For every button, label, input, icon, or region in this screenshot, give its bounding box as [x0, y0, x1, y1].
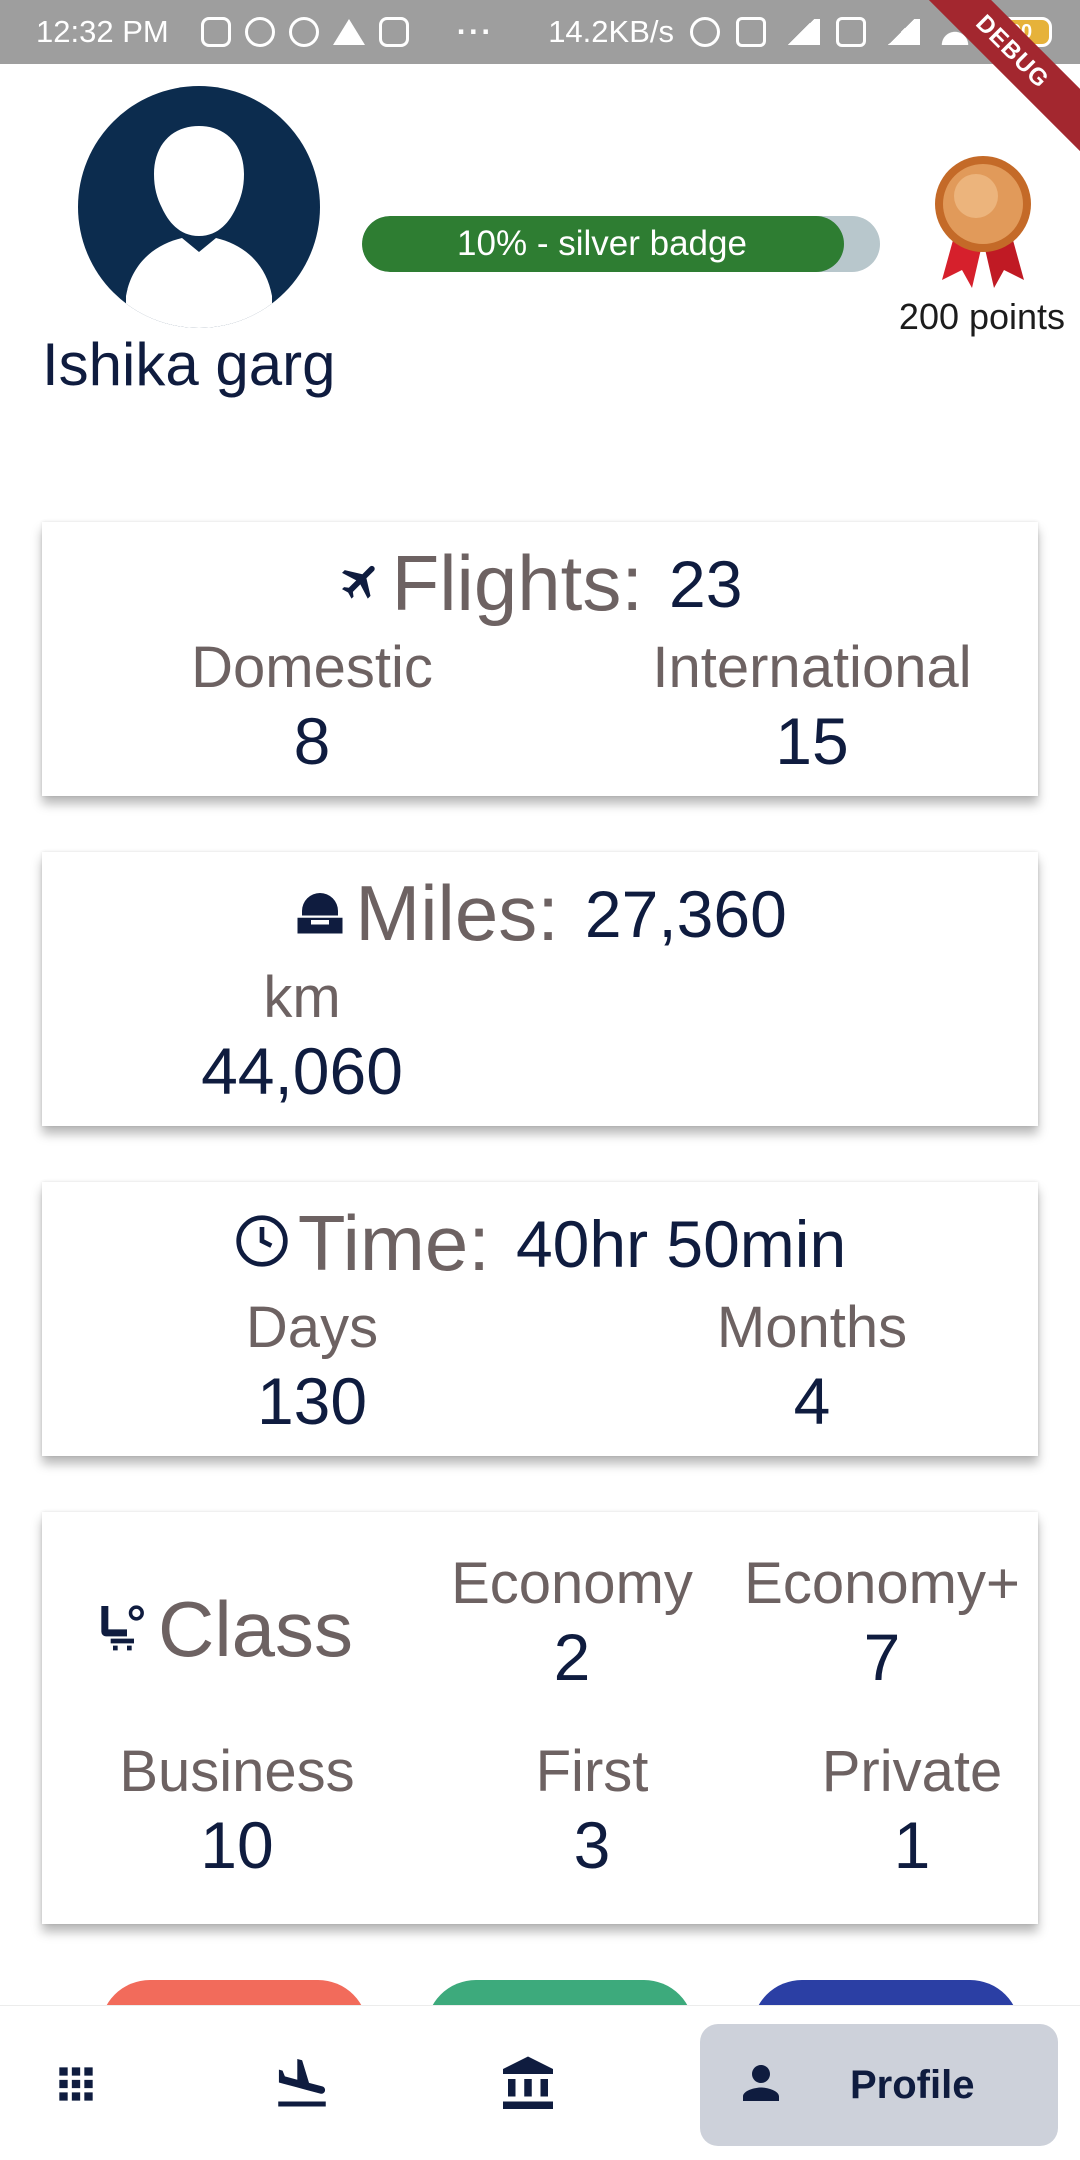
stat-value: 15: [775, 704, 849, 778]
facebook-icon: [288, 17, 319, 47]
volte-icon: [736, 17, 766, 47]
cabin-icon: [293, 884, 347, 943]
stat-international: International 15: [582, 634, 1042, 779]
class-card[interactable]: Class Economy 2 Economy+ 7 Business 10 F…: [42, 1512, 1038, 1924]
stat-value: 1: [893, 1808, 931, 1882]
stat-domestic: Domestic 8: [122, 634, 502, 779]
miles-value: 27,360: [584, 876, 787, 951]
flights-label: Flights:: [391, 539, 643, 627]
bottom-navigation: Profile: [0, 2005, 1080, 2160]
telegram-icon: [332, 19, 365, 45]
nav-home[interactable]: [46, 2056, 106, 2116]
time-label: Time:: [297, 1199, 490, 1287]
time-title: Time: 40hr 50min: [42, 1198, 1038, 1289]
stat-km: km 44,060: [142, 964, 462, 1109]
medal-icon: [928, 152, 1038, 292]
nav-bank[interactable]: [498, 2056, 558, 2116]
network-speed: 14.2KB/s: [548, 14, 674, 49]
more-notifications-icon: ···: [456, 14, 494, 49]
nav-flights[interactable]: [272, 2056, 332, 2116]
clock-icon: [234, 1213, 290, 1274]
nav-profile-label: Profile: [850, 2062, 975, 2107]
signal-icon-2: [882, 19, 920, 45]
stat-business: Business 10: [92, 1738, 382, 1883]
upload-icon: [200, 17, 231, 47]
time-card[interactable]: Time: 40hr 50min Days 130 Months 4: [42, 1182, 1038, 1456]
badge-progress-bar: 10% - silver badge: [362, 216, 880, 272]
stat-value: 10: [200, 1808, 274, 1882]
class-label: Class: [158, 1585, 354, 1673]
airplane-icon: [338, 558, 384, 609]
flights-card[interactable]: Flights: 23 Domestic 8 International 15: [42, 522, 1038, 796]
stat-label: Economy+: [744, 1551, 1020, 1616]
volte-icon-2: [836, 17, 866, 47]
avatar[interactable]: [78, 86, 320, 328]
chat-icon: [244, 17, 275, 47]
nav-profile[interactable]: Profile: [700, 2024, 1058, 2146]
miles-label: Miles:: [355, 869, 559, 957]
stat-value: 130: [256, 1364, 368, 1438]
person-icon: [734, 2056, 788, 2115]
progress-label: 10% - silver badge: [457, 224, 747, 263]
class-title: Class: [92, 1584, 353, 1675]
flights-title: Flights: 23: [42, 538, 1038, 629]
stat-label: Private: [821, 1739, 1003, 1804]
signal-icon: [782, 19, 820, 45]
stat-label: km: [263, 965, 341, 1030]
stat-value: 3: [573, 1808, 611, 1882]
notification-icons: [200, 17, 409, 47]
stat-value: 44,060: [201, 1034, 403, 1108]
stat-label: International: [652, 635, 972, 700]
status-bar: 12:32 PM ··· 14.2KB/s 90: [0, 0, 1080, 64]
stat-label: Economy: [451, 1551, 693, 1616]
points-label: 200 points: [898, 296, 1066, 337]
user-name: Ishika garg: [42, 331, 336, 398]
stat-economy: Economy 2: [402, 1550, 742, 1695]
stat-label: Months: [716, 1295, 908, 1360]
seat-icon: [92, 1599, 148, 1660]
stat-private: Private 1: [762, 1738, 1062, 1883]
stat-label: First: [535, 1739, 649, 1804]
flights-value: 23: [668, 546, 743, 621]
instagram-icon: [378, 17, 409, 47]
stat-label: Business: [119, 1739, 355, 1804]
stat-value: 7: [863, 1620, 901, 1694]
stat-label: Days: [245, 1295, 379, 1360]
stat-label: Domestic: [191, 635, 433, 700]
miles-card[interactable]: Miles: 27,360 km 44,060: [42, 852, 1038, 1126]
bank-icon: [498, 2054, 558, 2119]
stat-value: 2: [553, 1620, 591, 1694]
stat-value: 4: [793, 1364, 831, 1438]
stat-first: First 3: [442, 1738, 742, 1883]
stat-days: Days 130: [122, 1294, 502, 1439]
miles-title: Miles: 27,360: [42, 868, 1038, 959]
stat-value: 8: [293, 704, 331, 778]
person-silhouette-icon: [126, 126, 272, 328]
time-value: 40hr 50min: [515, 1206, 847, 1281]
stat-months: Months 4: [582, 1294, 1042, 1439]
alarm-icon: [690, 17, 720, 47]
stat-economy-plus: Economy+ 7: [722, 1550, 1042, 1695]
flight-land-icon: [272, 2054, 332, 2119]
status-time: 12:32 PM: [36, 14, 169, 49]
grid-icon: [51, 2059, 101, 2114]
